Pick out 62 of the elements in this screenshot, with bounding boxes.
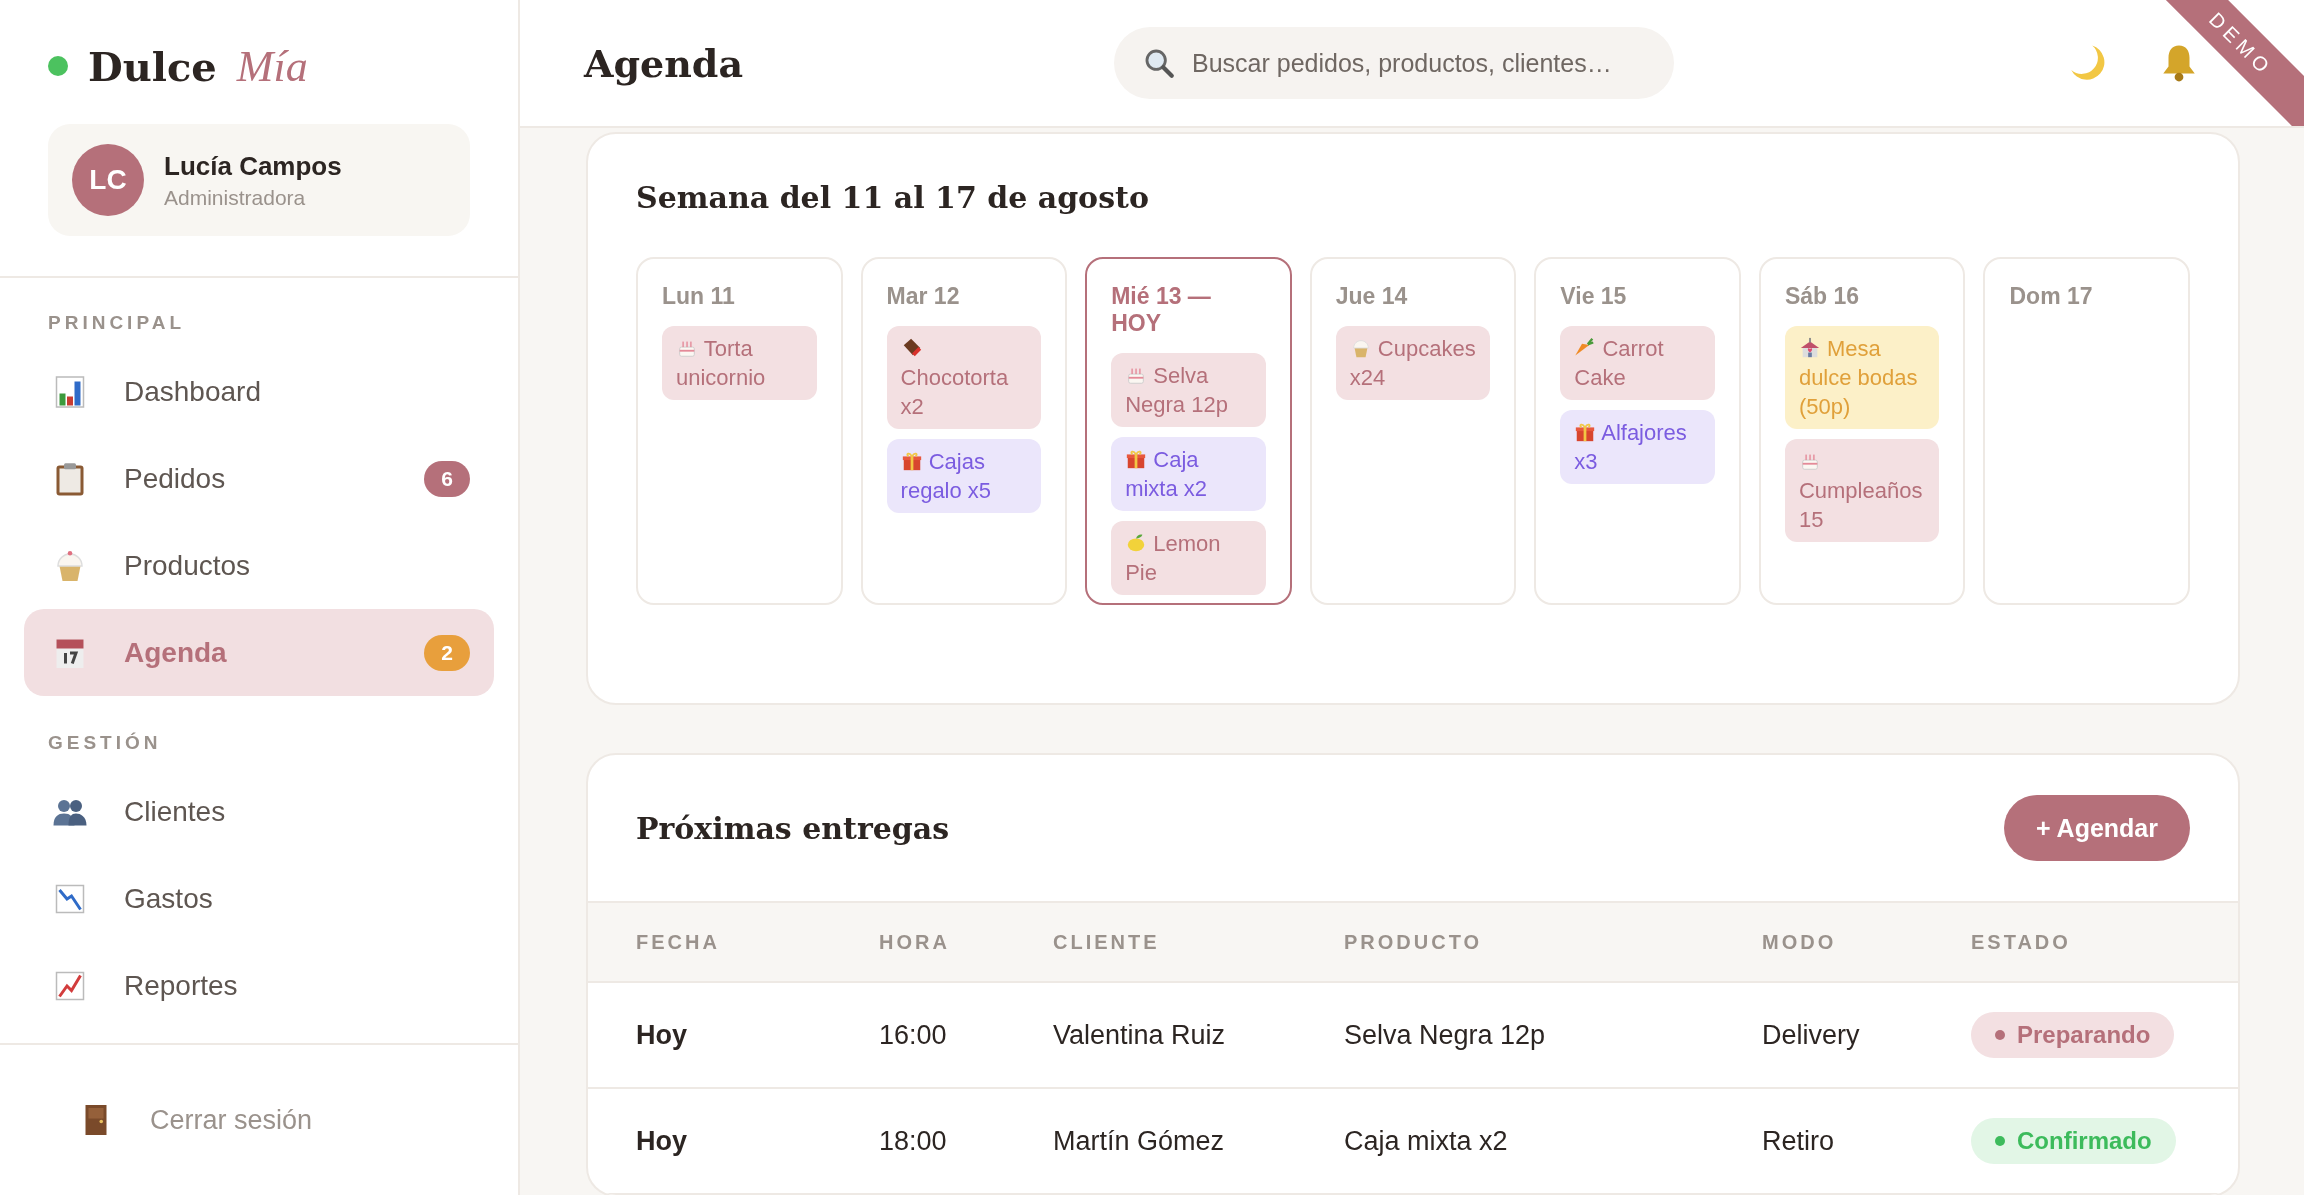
day-label: Vie 15 (1560, 283, 1628, 310)
day-label: Mar 12 (886, 283, 961, 310)
table-cell-text: Caja mixta x2 (1344, 1125, 1509, 1157)
event-chip[interactable]: Carrot Cake (1560, 326, 1715, 400)
card-title: Próximas entregas (636, 810, 950, 846)
table-cell-text: 18:00 (879, 1125, 948, 1157)
table-cell-text: Martín Gómez (1053, 1125, 1226, 1157)
gift-icon (1574, 421, 1597, 443)
table-cell-text: Delivery (1762, 1019, 1861, 1051)
day-label: Sáb 16 (1784, 283, 1861, 310)
sidebar-item[interactable]: Gastos (24, 855, 494, 942)
sidebar-item[interactable]: Clientes (24, 768, 494, 855)
table-cell-text: Selva Negra 12p (1344, 1019, 1547, 1051)
table-cell-text: Hoy (636, 1019, 688, 1051)
brand-name: Dulce (88, 42, 217, 90)
card-title: Semana del 11 al 17 de agosto (636, 180, 1150, 215)
sidebar-item[interactable]: Reportes (24, 942, 494, 1029)
sidebar-item[interactable]: Dashboard (24, 348, 494, 435)
user-role: Administradora (164, 185, 307, 210)
status-dot (48, 56, 68, 76)
event-chip[interactable]: Caja mixta x2 (1111, 437, 1266, 511)
avatar: LC (72, 144, 144, 216)
day-label: Lun 11 (662, 283, 736, 310)
gift-icon (900, 450, 923, 472)
event-chip[interactable]: Alfajores x3 (1560, 410, 1715, 484)
status-pill: Preparando (1971, 1012, 2175, 1058)
column-header: MODO (1762, 930, 1838, 954)
table-cell-text: Hoy (636, 1125, 688, 1157)
gift-icon (1125, 448, 1148, 470)
event-chip[interactable]: Torta unicornio (662, 326, 817, 400)
logout-link[interactable]: Cerrar sesión (0, 1045, 518, 1195)
search-field[interactable]: Buscar pedidos, productos, clientes… (1114, 27, 1674, 99)
column-header: CLIENTE (1053, 930, 1161, 954)
column-header: ESTADO (1971, 930, 2072, 954)
event-chip[interactable]: Mesa dulce bodas (50p) (1784, 326, 1940, 429)
sidebar-item[interactable]: Pedidos 6 (24, 435, 494, 522)
section-title: PRINCIPAL (47, 311, 186, 335)
event-chip[interactable]: Cupcakes x24 (1335, 326, 1491, 400)
table-cell-text: Valentina Ruiz (1053, 1019, 1227, 1051)
event-chip[interactable]: Cumpleaños 15 (1784, 439, 1940, 542)
table-cell-text: 16:00 (879, 1019, 948, 1051)
column-header: FECHA (636, 930, 721, 954)
event-chip[interactable]: Selva Negra 12p (1111, 353, 1266, 427)
brand-accent: Mía (236, 40, 308, 92)
count-badge: 2 (424, 634, 470, 671)
status-pill: Confirmado (1971, 1118, 2176, 1164)
user-name: Lucía Campos (164, 150, 342, 182)
event-chip[interactable]: Chocotorta x2 (886, 326, 1042, 429)
sidebar-item[interactable]: Agenda 2 (24, 609, 494, 696)
event-chip[interactable]: Cajas regalo x5 (886, 439, 1042, 513)
event-chip[interactable]: Lemon Pie (1111, 521, 1266, 595)
schedule-button[interactable]: + Agendar (2003, 795, 2190, 861)
day-label: Mié 13 — HOY (1111, 283, 1212, 337)
column-header: PRODUCTO (1344, 930, 1484, 954)
table-cell-text: Retiro (1762, 1125, 1836, 1157)
page-title: Agenda (584, 40, 745, 86)
count-badge: 6 (424, 460, 470, 497)
day-label: Dom 17 (2009, 283, 2094, 310)
day-label: Jue 14 (1335, 283, 1409, 310)
sidebar-item[interactable]: Productos (24, 522, 494, 609)
section-title: GESTIÓN (47, 731, 163, 755)
column-header: HORA (879, 930, 951, 954)
